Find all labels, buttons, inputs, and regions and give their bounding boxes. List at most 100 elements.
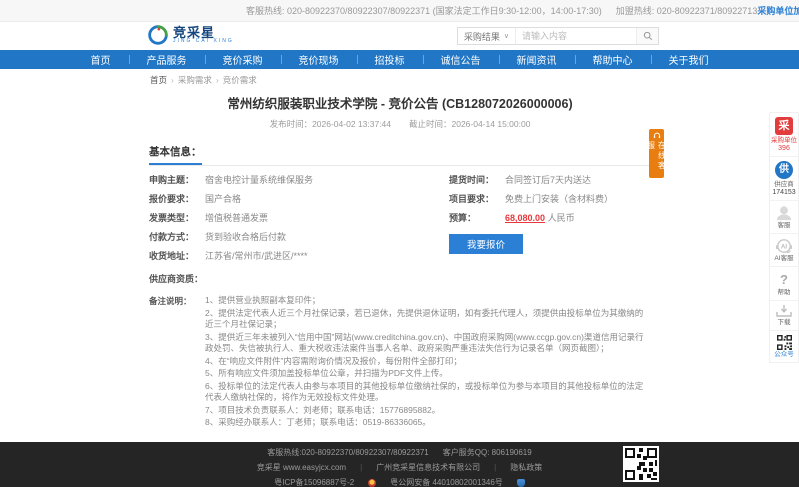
- notes-list: 1、提供营业执照副本复印件； 2、提供法定代表人近三个月社保记录，若已退休，先提…: [205, 295, 651, 430]
- police-badge-icon: [368, 478, 377, 487]
- breadcrumb: 首页 采购需求 竞价需求: [149, 69, 651, 90]
- wechat-label: 公众号: [774, 351, 794, 358]
- headset-icon: [653, 132, 660, 139]
- float-download-entry[interactable]: 下载: [770, 301, 798, 331]
- budget-currency: 人民币: [547, 213, 575, 223]
- breadcrumb-purchase-demand[interactable]: 采购需求: [178, 74, 212, 86]
- footer-icp-link[interactable]: 粤ICP备15096887号-2: [274, 477, 354, 487]
- right-float-bar: 采 采购单位 396 供 供应商 174153 客服 AI AI客服 ? 帮助: [769, 112, 799, 363]
- float-supplier-entry[interactable]: 供 供应商 174153: [770, 157, 798, 201]
- basic-info-title: 基本信息：: [149, 144, 202, 165]
- service-label: 客服: [777, 222, 791, 229]
- search-button[interactable]: [636, 28, 658, 44]
- footer-hotline: 客服热线:020-80922370/80922307/80922371: [267, 448, 429, 457]
- nav-item-bidding-live[interactable]: 竞价现场: [280, 50, 357, 69]
- nav-item-bidding-purchase[interactable]: 竞价采购: [204, 50, 281, 69]
- search-bar: 采购结果: [456, 27, 659, 45]
- site-footer: 客服热线:020-80922370/80922307/80922371 客户服务…: [0, 442, 799, 487]
- note-item: 5、所有响应文件须加盖投标单位公章，并扫描为PDF文件上传。: [205, 368, 448, 378]
- download-icon: [776, 305, 792, 317]
- site-logo[interactable]: 竞采星 JING CAI XING: [148, 25, 234, 45]
- wechat-qr-icon: [776, 335, 792, 350]
- online-service-label: 在线客服: [646, 140, 667, 171]
- footer-separator: |: [494, 463, 497, 472]
- supplier-qualification-row: 供应商资质：: [149, 274, 204, 284]
- info-row-quote-req: 报价要求： 国产合格: [149, 194, 242, 204]
- footer-company: 广州竞采星信息技术有限公司: [376, 463, 481, 472]
- help-label: 帮助: [777, 289, 791, 296]
- svg-text:AI: AI: [781, 244, 787, 251]
- footer-police-link[interactable]: 粤公网安备 44010802001346号: [390, 477, 503, 487]
- nav-item-tenders[interactable]: 招投标: [356, 50, 423, 69]
- float-wechat-entry[interactable]: 公众号: [770, 331, 798, 362]
- notes-row: 备注说明： 1、提供营业执照副本复印件； 2、提供法定代表人近三个月社保记录，若…: [149, 295, 651, 430]
- info-row-budget: 预算： 68,080.00 人民币: [449, 213, 575, 223]
- notice-meta: 发布时间：2026-04-02 13:37:44 截止时间：2026-04-14…: [149, 118, 651, 130]
- info-row-project-req: 项目要求： 免费上门安装（含材料费）: [449, 194, 614, 204]
- float-help-entry[interactable]: ? 帮助: [770, 267, 798, 301]
- agent-avatar-icon: [776, 206, 792, 221]
- supplier-count: 174153: [772, 189, 796, 196]
- download-label: 下载: [777, 319, 791, 326]
- question-mark-icon: ?: [780, 272, 788, 287]
- note-item: 4、在“响应文件附件”内容需附询价情况及报价，每份附件全部打印；: [205, 355, 462, 366]
- main-nav: 首页 产品服务 竞价采购 竞价现场 招投标 诚信公告 新闻资讯 帮助中心 关于我…: [0, 50, 799, 69]
- info-row-subject: 申购主题： 宿舍电控计量系统维保服务: [149, 175, 314, 185]
- logo-swirl-icon: [148, 25, 168, 45]
- logo-subtext: JING CAI XING: [173, 38, 234, 44]
- nav-item-home[interactable]: 首页: [73, 50, 129, 69]
- note-item: 1、提供营业执照副本复印件；: [205, 295, 321, 305]
- nav-item-about[interactable]: 关于我们: [650, 50, 727, 69]
- breadcrumb-separator: [171, 75, 174, 85]
- notice-title: 常州纺织服装职业技术学院 - 竞价公告 (CB128072026000006): [227, 97, 573, 111]
- note-item: 6、投标单位的法定代表人由参与本项目的其他投标单位缴纳社保的，或投标单位为参与本…: [205, 380, 644, 403]
- site-header: 竞采星 JING CAI XING 采购结果: [0, 22, 799, 50]
- breadcrumb-home[interactable]: 首页: [150, 74, 167, 86]
- info-row-address: 收货地址： 江苏省/常州市/武进区/****: [149, 251, 308, 261]
- float-service-entry[interactable]: 客服: [770, 201, 798, 234]
- info-row-payment: 付款方式： 货到验收合格后付款: [149, 232, 287, 242]
- search-category-dropdown[interactable]: 采购结果: [458, 28, 516, 44]
- join-hotline-text: 加盟热线: 020-80922371/80922713: [615, 6, 758, 16]
- service-hotline-text: 客服热线: 020-80922370/80922307/80922371 (国家…: [246, 6, 602, 16]
- supplier-label: 供应商: [774, 181, 794, 188]
- note-item: 7、项目技术负责联系人：刘老师；联系电话：15776895882。: [205, 404, 441, 415]
- note-item: 8、采购经办联系人：丁老师；联系电话：0519-86336065。: [205, 417, 431, 427]
- purchaser-join-link[interactable]: 采购单位加盟申请: [757, 4, 799, 17]
- purchaser-label: 采购单位: [771, 137, 797, 144]
- nav-item-products[interactable]: 产品服务: [128, 50, 205, 69]
- online-service-tab[interactable]: 在线客服: [647, 129, 667, 178]
- footer-qr-code: [623, 446, 659, 482]
- basic-info-grid: 申购主题： 宿舍电控计量系统维保服务 报价要求： 国产合格 发票类型： 增值税普…: [149, 175, 651, 270]
- qr-pattern: [625, 448, 657, 480]
- search-input[interactable]: [516, 28, 636, 44]
- top-utility-bar: 客服热线: 020-80922370/80922307/80922371 (国家…: [0, 0, 799, 22]
- float-ai-service-entry[interactable]: AI AI客服: [770, 234, 798, 267]
- footer-privacy-link[interactable]: 隐私政策: [510, 462, 542, 473]
- note-item: 2、提供法定代表人近三个月社保记录，若已退休，先提供退休证明，如有委托代理人，须…: [205, 307, 644, 330]
- footer-separator: |: [360, 463, 363, 472]
- search-icon: [643, 31, 652, 41]
- nav-item-integrity[interactable]: 诚信公告: [422, 50, 499, 69]
- purchaser-count: 396: [778, 145, 790, 152]
- basic-info-section-head: 基本信息：: [149, 142, 651, 166]
- hotlines: 客服热线: 020-80922370/80922307/80922371 (国家…: [246, 4, 757, 17]
- budget-amount: 68,080.00: [505, 213, 546, 223]
- info-row-invoice: 发票类型： 增值税普通发票: [149, 213, 269, 223]
- purchaser-icon: 采: [775, 117, 793, 135]
- breadcrumb-separator: [216, 75, 219, 85]
- supplier-icon: 供: [775, 161, 793, 179]
- float-purchaser-entry[interactable]: 采 采购单位 396: [770, 113, 798, 157]
- note-item: 3、提供近三年未被列入“信用中国”网站(www.creditchina.gov.…: [205, 331, 644, 354]
- deadline-time: 截止时间：2026-04-14 15:00:00: [409, 119, 531, 129]
- ai-service-label: AI客服: [774, 255, 794, 262]
- ai-headset-icon: AI: [776, 239, 792, 254]
- breadcrumb-bidding-demand: 竞价需求: [222, 75, 257, 85]
- main-content: 首页 采购需求 竞价需求 常州纺织服装职业技术学院 - 竞价公告 (CB1280…: [148, 69, 652, 487]
- nav-item-news[interactable]: 新闻资讯: [498, 50, 575, 69]
- footer-site-link[interactable]: 竞采星 www.easyjcx.com: [257, 462, 346, 473]
- publish-time: 发布时间：2026-04-02 13:37:44: [269, 119, 391, 129]
- shield-badge-icon: [516, 478, 525, 487]
- quote-button[interactable]: 我要报价: [449, 234, 524, 254]
- nav-item-help[interactable]: 帮助中心: [574, 50, 651, 69]
